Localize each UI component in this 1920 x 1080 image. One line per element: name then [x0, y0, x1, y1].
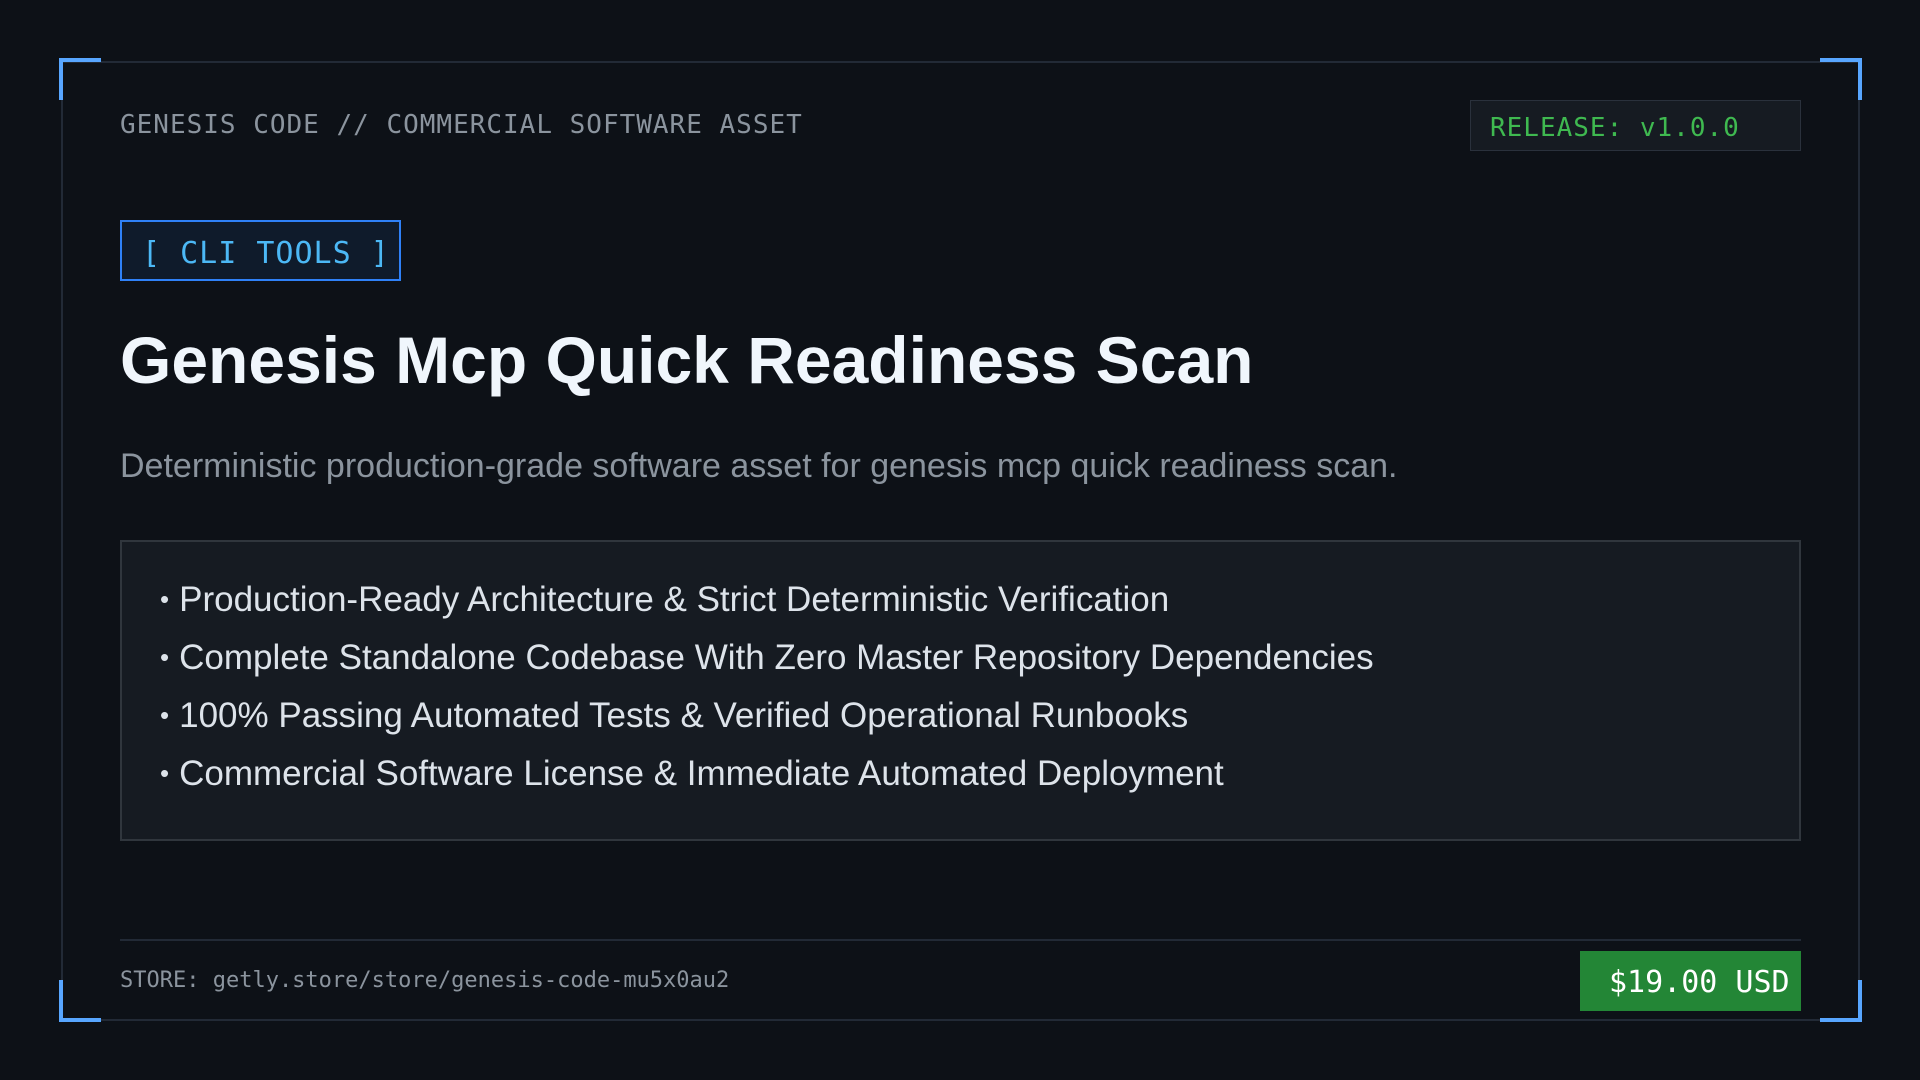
brand-label: GENESIS CODE // COMMERCIAL SOFTWARE ASSE… — [120, 110, 803, 140]
store-link[interactable]: STORE: getly.store/store/genesis-code-mu… — [120, 968, 729, 993]
feature-item: • Commercial Software License & Immediate… — [160, 748, 1799, 806]
feature-item: • Complete Standalone Codebase With Zero … — [160, 632, 1799, 690]
bullet-icon: • — [160, 642, 170, 672]
bullet-icon: • — [160, 758, 170, 788]
feature-text: Commercial Software License & Immediate … — [179, 754, 1224, 793]
bullet-icon: • — [160, 584, 170, 614]
feature-text: 100% Passing Automated Tests & Verified … — [179, 696, 1189, 735]
corner-accent-bottom-left — [59, 980, 101, 1022]
footer-divider — [120, 939, 1801, 941]
feature-list: • Production-Ready Architecture & Strict … — [120, 540, 1801, 841]
feature-item: • 100% Passing Automated Tests & Verified… — [160, 690, 1799, 748]
price-badge[interactable]: $19.00 USD — [1580, 951, 1801, 1011]
product-description: Deterministic production-grade software … — [120, 447, 1398, 485]
feature-text: Production-Ready Architecture & Strict D… — [179, 580, 1170, 619]
bullet-icon: • — [160, 700, 170, 730]
category-tag: [ CLI TOOLS ] — [120, 220, 401, 281]
feature-text: Complete Standalone Codebase With Zero M… — [179, 638, 1374, 677]
release-badge: RELEASE: v1.0.0 — [1470, 100, 1801, 151]
corner-accent-top-left — [59, 58, 101, 100]
corner-accent-top-right — [1820, 58, 1862, 100]
corner-accent-bottom-right — [1820, 980, 1862, 1022]
feature-item: • Production-Ready Architecture & Strict … — [160, 574, 1799, 632]
product-title: Genesis Mcp Quick Readiness Scan — [120, 323, 1254, 397]
